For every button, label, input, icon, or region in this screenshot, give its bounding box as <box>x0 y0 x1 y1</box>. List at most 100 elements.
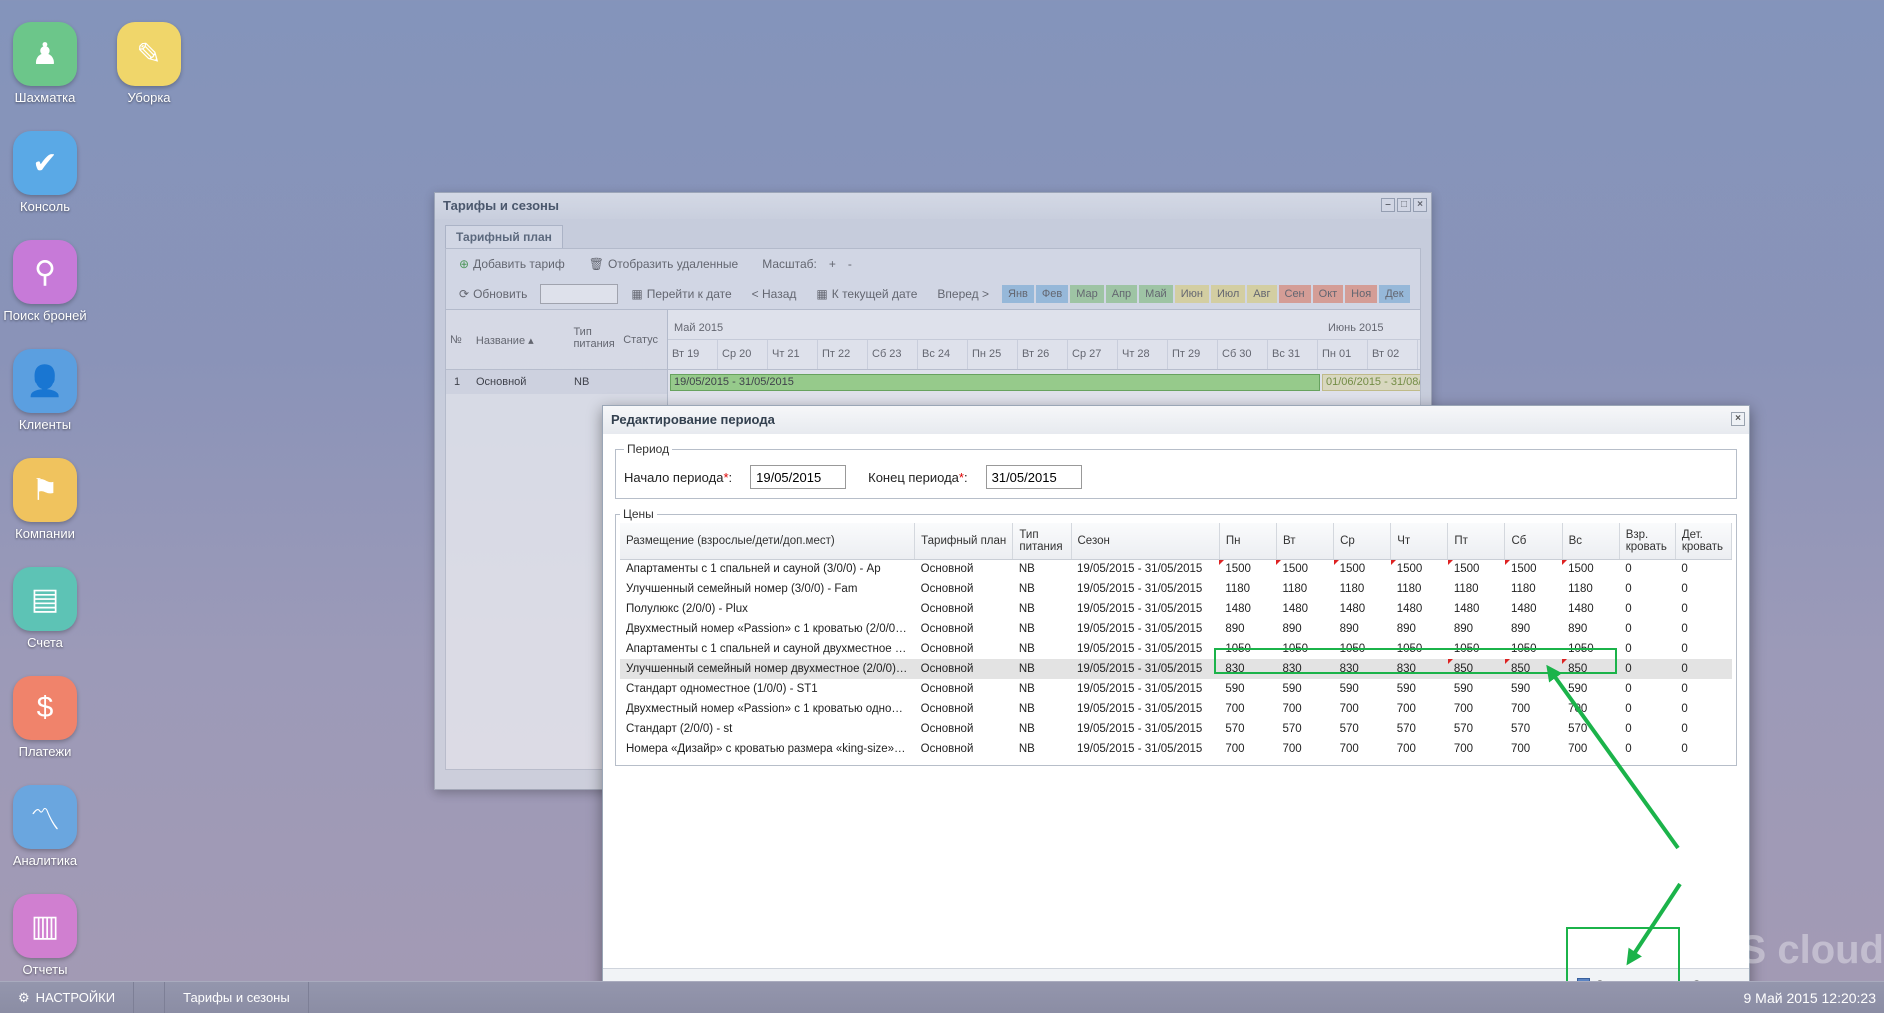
price-cell[interactable]: 1180 <box>1505 579 1562 599</box>
price-cell[interactable]: 590 <box>1219 679 1276 699</box>
table-row[interactable]: Улучшенный семейный номер (3/0/0) - Fam О… <box>620 579 1732 599</box>
table-cell[interactable]: 0 <box>1619 739 1675 759</box>
goto-date-button[interactable]: ▦ Перейти к дате <box>624 283 738 305</box>
table-cell[interactable]: 0 <box>1675 639 1731 659</box>
price-cell[interactable]: 1180 <box>1334 579 1391 599</box>
price-cell[interactable]: 590 <box>1562 679 1619 699</box>
price-cell[interactable]: 1480 <box>1276 599 1333 619</box>
price-cell[interactable]: 890 <box>1276 619 1333 639</box>
price-cell[interactable]: 570 <box>1448 719 1505 739</box>
price-cell[interactable]: 1500 <box>1562 559 1619 579</box>
desktop-icon-1[interactable]: ♟ Шахматка <box>0 22 90 105</box>
refresh-button[interactable]: ⟳ Обновить <box>452 283 534 305</box>
price-cell[interactable]: 570 <box>1334 719 1391 739</box>
price-cell[interactable]: 1480 <box>1448 599 1505 619</box>
column-header[interactable]: Вт <box>1276 523 1335 560</box>
price-cell[interactable]: 570 <box>1391 719 1448 739</box>
price-cell[interactable]: 1180 <box>1562 579 1619 599</box>
column-header[interactable]: Размещение (взрослые/дети/доп.мест) <box>620 523 916 560</box>
table-cell[interactable]: 0 <box>1619 579 1675 599</box>
price-cell[interactable]: 700 <box>1562 739 1619 759</box>
price-cell[interactable]: 570 <box>1219 719 1276 739</box>
end-date-field[interactable] <box>985 465 1082 489</box>
table-cell[interactable]: 0 <box>1619 699 1675 719</box>
close-icon[interactable]: × <box>1731 412 1745 426</box>
price-cell[interactable]: 700 <box>1562 699 1619 719</box>
price-cell[interactable]: 1500 <box>1219 559 1276 579</box>
today-button[interactable]: ▦ К текущей дате <box>809 283 924 305</box>
table-row[interactable]: Двухместный номер «Passion» с 1 кроватью… <box>620 619 1732 639</box>
price-cell[interactable]: 890 <box>1505 619 1562 639</box>
price-cell[interactable]: 700 <box>1334 739 1391 759</box>
desktop-icon-3[interactable]: ✔ Консоль <box>0 131 90 214</box>
taskbar-item-tariffs[interactable]: Тарифы и сезоны <box>164 981 309 1013</box>
add-tariff-button[interactable]: ⊕ Добавить тариф <box>452 253 572 275</box>
table-cell[interactable]: 0 <box>1619 679 1675 699</box>
table-cell[interactable]: 0 <box>1675 559 1731 579</box>
price-cell[interactable]: 1500 <box>1447 559 1505 579</box>
price-cell[interactable]: 890 <box>1219 619 1276 639</box>
month-button[interactable]: Янв <box>1002 285 1034 303</box>
table-cell[interactable]: 0 <box>1619 639 1675 659</box>
settings-button[interactable]: ⚙ НАСТРОЙКИ <box>0 981 135 1013</box>
start-date-field[interactable] <box>750 465 847 489</box>
tab-tariff-plan[interactable]: Тарифный план <box>445 225 563 248</box>
table-cell[interactable]: 0 <box>1619 719 1675 739</box>
desktop-icon-4[interactable]: ⚲ Поиск броней <box>0 240 90 323</box>
zoom-out-button[interactable]: - <box>848 257 852 271</box>
table-row[interactable]: Полулюкс (2/0/0) - Plux Основной NB 19/05/2… <box>620 599 1732 619</box>
column-header[interactable]: Вс <box>1562 523 1620 560</box>
grid-row[interactable]: 1 Основной NB <box>446 370 667 394</box>
column-header[interactable]: Тарифный план <box>914 523 1014 560</box>
price-cell[interactable]: 570 <box>1276 719 1333 739</box>
forward-button[interactable]: Вперед > <box>930 283 996 305</box>
table-cell[interactable]: 0 <box>1675 599 1731 619</box>
month-button[interactable]: Апр <box>1105 285 1138 303</box>
desktop-icon-6[interactable]: ⚑ Компании <box>0 458 90 541</box>
price-cell[interactable]: 1180 <box>1391 579 1448 599</box>
month-button[interactable]: Май <box>1139 285 1173 303</box>
price-cell[interactable]: 1500 <box>1504 559 1562 579</box>
zoom-in-button[interactable]: + <box>829 257 836 271</box>
price-cell[interactable]: 570 <box>1562 719 1619 739</box>
price-cell[interactable]: 590 <box>1276 679 1333 699</box>
price-cell[interactable]: 700 <box>1448 699 1505 719</box>
date-input[interactable] <box>540 284 619 304</box>
price-cell[interactable]: 890 <box>1391 619 1448 639</box>
column-header[interactable]: Чт <box>1390 523 1449 560</box>
price-cell[interactable]: 590 <box>1505 679 1562 699</box>
table-cell[interactable]: 0 <box>1619 659 1676 679</box>
price-cell[interactable]: 700 <box>1391 699 1448 719</box>
price-cell[interactable]: 1500 <box>1276 559 1333 579</box>
month-button[interactable]: Ноя <box>1345 285 1378 303</box>
table-row[interactable]: Двухместный номер «Passion» с 1 кроватью… <box>620 699 1732 719</box>
table-cell[interactable]: 0 <box>1619 559 1675 579</box>
desktop-icon-9[interactable]: 〽 Аналитика <box>0 785 90 868</box>
price-cell[interactable]: 590 <box>1334 679 1391 699</box>
price-cell[interactable]: 1480 <box>1505 599 1562 619</box>
desktop-icon-2[interactable]: ✎ Уборка <box>104 22 194 105</box>
month-button[interactable]: Июн <box>1174 285 1209 303</box>
table-row[interactable]: Апартаменты с 1 спальней и сауной (3/0/0… <box>620 559 1732 579</box>
month-button[interactable]: Окт <box>1312 285 1344 303</box>
column-header[interactable]: Дет. кровать <box>1675 523 1733 560</box>
price-cell[interactable]: 700 <box>1505 699 1562 719</box>
table-row[interactable]: Стандарт одноместное (1/0/0) - ST1 Основн… <box>620 679 1732 699</box>
price-cell[interactable]: 1480 <box>1391 599 1448 619</box>
price-cell[interactable]: 700 <box>1448 739 1505 759</box>
desktop-icon-8[interactable]: $ Платежи <box>0 676 90 759</box>
period-bar[interactable]: 19/05/2015 - 31/05/2015 <box>670 374 1320 391</box>
price-cell[interactable]: 700 <box>1219 699 1276 719</box>
col-name[interactable]: Название ▴ <box>470 310 570 369</box>
column-header[interactable]: Пт <box>1447 523 1506 560</box>
price-cell[interactable]: 700 <box>1334 699 1391 719</box>
column-header[interactable]: Сб <box>1504 523 1563 560</box>
table-cell[interactable]: 0 <box>1675 699 1731 719</box>
month-button[interactable]: Дек <box>1379 285 1410 303</box>
month-button[interactable]: Фев <box>1035 285 1069 303</box>
price-cell[interactable]: 1180 <box>1276 579 1333 599</box>
price-cell[interactable]: 1480 <box>1562 599 1619 619</box>
desktop-icon-10[interactable]: ▥ Отчеты <box>0 894 90 977</box>
month-button[interactable]: Авг <box>1247 285 1277 303</box>
column-header[interactable]: Ср <box>1333 523 1392 560</box>
